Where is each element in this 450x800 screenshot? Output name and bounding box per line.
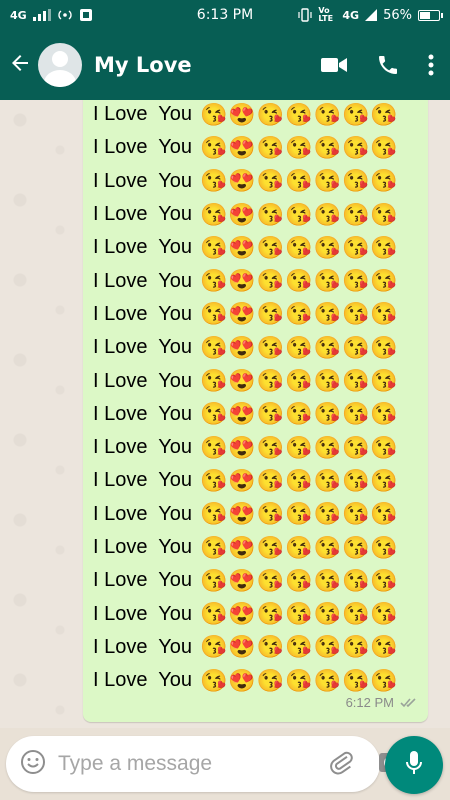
message-time: 6:12 PM xyxy=(345,695,394,710)
message-line-emojis: 😘😍😘😘😘😘😘 xyxy=(199,601,399,627)
message-line: I Love You 😘😍😘😘😘😘😘 xyxy=(93,131,418,164)
message-line: I Love You 😘😍😘😘😘😘😘 xyxy=(93,597,418,630)
mic-button[interactable] xyxy=(385,736,443,794)
network-type-left: 4G xyxy=(10,8,27,22)
avatar[interactable] xyxy=(38,43,82,87)
message-line-text: I Love You xyxy=(93,669,192,692)
back-arrow-icon[interactable] xyxy=(8,51,34,80)
status-bar: 4G 6:13 PM Vo LTE 4G 56% xyxy=(0,0,450,30)
message-line-text: I Love You xyxy=(93,169,192,192)
message-line-text: I Love You xyxy=(93,536,192,558)
message-line: I Love You 😘😍😘😘😘😘😘 xyxy=(93,264,418,297)
message-line-text: I Love You xyxy=(93,469,192,492)
message-meta: 6:12 PM xyxy=(346,695,418,710)
chat-area[interactable]: I Love You 😘😍😘😘😘😘😘 I Love You 😘😍😘😘😘😘😘 I Love… xyxy=(0,100,450,728)
message-input[interactable] xyxy=(58,752,329,776)
message-line-text: I Love You xyxy=(93,136,192,159)
mic-icon xyxy=(404,749,424,781)
message-line-text: I Love You xyxy=(93,269,192,292)
message-line: I Love You 😘😍😘😘😘😘😘 xyxy=(93,198,418,231)
message-line-text: I Love You xyxy=(93,402,192,425)
hotspot-icon xyxy=(58,10,72,20)
message-line: I Love You 😘😍😘😘😘😘😘 xyxy=(93,464,418,497)
composer xyxy=(6,736,401,792)
message-line-text: I Love You xyxy=(93,502,192,525)
video-call-icon[interactable] xyxy=(320,54,348,76)
message-line-text: I Love You xyxy=(93,203,192,226)
header-actions xyxy=(320,53,434,77)
message-line-text: I Love You xyxy=(93,436,192,459)
message-line-emojis: 😘😍😘😘😘😘😘 xyxy=(199,634,399,660)
signal-icon xyxy=(32,9,51,21)
volte-label: Vo LTE xyxy=(318,6,334,23)
avatar-head xyxy=(52,51,68,67)
message-line: I Love You 😘😍😘😘😘😘😘 xyxy=(93,398,418,431)
status-left: 4G xyxy=(10,8,93,22)
message-line-emojis: 😘😍😘😘😘😘😘 xyxy=(199,434,399,460)
message-line-emojis: 😘😍😘😘😘😘😘 xyxy=(199,401,399,427)
message-line-text: I Love You xyxy=(93,103,192,126)
network-type-right: 4G xyxy=(342,8,360,22)
message-line: I Love You 😘😍😘😘😘😘😘 xyxy=(93,664,418,697)
message-line-emojis: 😘😍😘😘😘😘😘 xyxy=(199,134,399,160)
message-line-emojis: 😘😍😘😘😘😘😘 xyxy=(199,334,399,360)
message-line-emojis: 😘😍😘😘😘😘😘 xyxy=(199,201,399,227)
message-line-emojis: 😘😍😘😘😘😘😘 xyxy=(199,667,399,693)
battery-icon xyxy=(418,9,443,21)
message-line-text: I Love You xyxy=(93,369,192,392)
emoji-icon[interactable] xyxy=(20,749,46,779)
more-options-icon[interactable] xyxy=(428,54,434,76)
message-line: I Love You 😘😍😘😘😘😘😘 xyxy=(93,564,418,597)
read-receipt-icon xyxy=(400,698,416,708)
message-line-emojis: 😘😍😘😘😘😘😘 xyxy=(199,467,399,493)
message-line-emojis: 😘😍😘😘😘😘😘 xyxy=(199,168,399,194)
message-line-text: I Love You xyxy=(93,602,192,625)
message-line-emojis: 😘😍😘😘😘😘😘 xyxy=(199,368,399,394)
message-line: I Love You 😘😍😘😘😘😘😘 xyxy=(93,364,418,397)
message-line-emojis: 😘😍😘😘😘😘😘 xyxy=(199,501,399,527)
message-line-emojis: 😘😍😘😘😘😘😘 xyxy=(199,234,399,260)
signal-strength-icon xyxy=(365,9,378,21)
attach-icon[interactable] xyxy=(329,749,355,779)
message-line: I Love You 😘😍😘😘😘😘😘 xyxy=(93,531,418,564)
message-line-emojis: 😘😍😘😘😘😘😘 xyxy=(199,101,399,127)
message-line: I Love You 😘😍😘😘😘😘😘 xyxy=(93,331,418,364)
message-line-text: I Love You xyxy=(93,302,192,325)
message-line: I Love You 😘😍😘😘😘😘😘 xyxy=(93,231,418,264)
vibrate-icon xyxy=(298,8,313,22)
message-line: I Love You 😘😍😘😘😘😘😘 xyxy=(93,100,418,131)
message-line-emojis: 😘😍😘😘😘😘😘 xyxy=(199,534,399,560)
message-line: I Love You 😘😍😘😘😘😘😘 xyxy=(93,631,418,664)
message-line: I Love You 😘😍😘😘😘😘😘 xyxy=(93,298,418,331)
message-line-text: I Love You xyxy=(93,569,192,592)
avatar-body xyxy=(44,70,76,87)
message-line-emojis: 😘😍😘😘😘😘😘 xyxy=(199,567,399,593)
message-line: I Love You 😘😍😘😘😘😘😘 xyxy=(93,431,418,464)
message-line: I Love You 😘😍😘😘😘😘😘 xyxy=(93,165,418,198)
battery-percent: 56% xyxy=(383,7,412,23)
message-lines: I Love You 😘😍😘😘😘😘😘 I Love You 😘😍😘😘😘😘😘 I Love… xyxy=(93,100,418,697)
battery-fill xyxy=(420,11,430,19)
message-line-emojis: 😘😍😘😘😘😘😘 xyxy=(199,268,399,294)
notification-icon xyxy=(79,9,92,21)
chat-header: My Love xyxy=(0,30,450,100)
message-line-text: I Love You xyxy=(93,336,192,359)
message-line-text: I Love You xyxy=(93,236,192,259)
message-bubble[interactable]: I Love You 😘😍😘😘😘😘😘 I Love You 😘😍😘😘😘😘😘 I Love… xyxy=(83,100,428,722)
message-line-emojis: 😘😍😘😘😘😘😘 xyxy=(199,301,399,327)
contact-name[interactable]: My Love xyxy=(94,53,320,77)
status-right: Vo LTE 4G 56% xyxy=(298,6,443,23)
message-line: I Love You 😘😍😘😘😘😘😘 xyxy=(93,498,418,531)
phone-call-icon[interactable] xyxy=(376,53,400,77)
message-line-text: I Love You xyxy=(93,635,192,658)
